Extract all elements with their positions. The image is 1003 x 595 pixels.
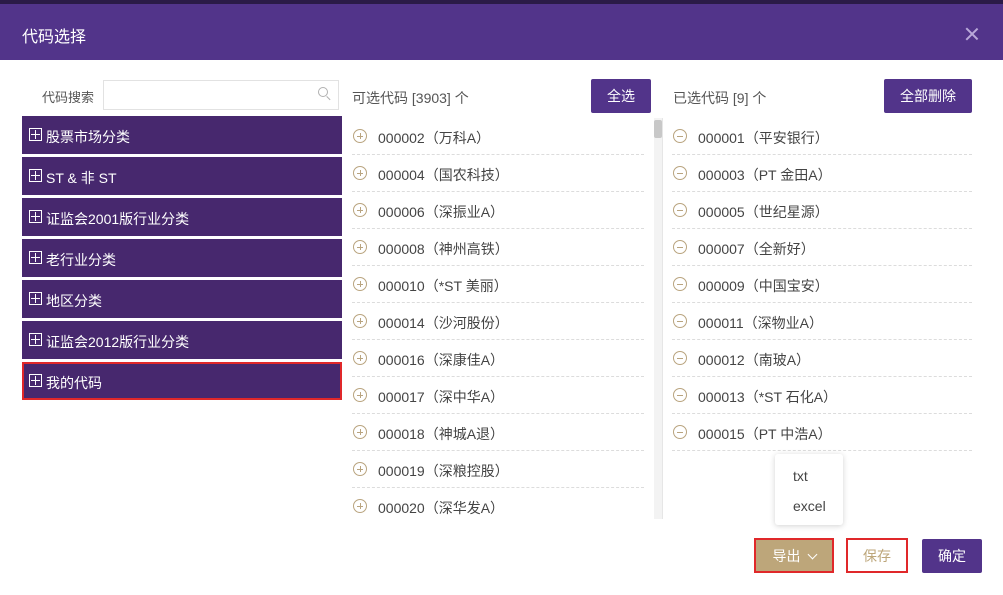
expand-plus-icon[interactable] — [29, 292, 42, 305]
category-label: ST & 非 ST — [46, 170, 117, 186]
list-item[interactable]: 000004（国农科技） — [352, 155, 644, 192]
category-label: 我的代码 — [46, 375, 102, 391]
add-circle-icon[interactable] — [353, 240, 367, 254]
selected-codes-list: 000001（平安银行） 000003（PT 金田A） 000005（世纪星源）… — [672, 118, 972, 458]
expand-plus-icon[interactable] — [29, 169, 42, 182]
search-icon[interactable] — [318, 87, 328, 97]
category-csrc-2001[interactable]: 证监会2001版行业分类 — [22, 198, 342, 236]
list-item[interactable]: 000011（深物业A） — [672, 303, 972, 340]
close-icon[interactable] — [962, 26, 982, 46]
remove-circle-icon[interactable] — [673, 425, 687, 439]
search-label: 代码搜索 — [42, 90, 95, 105]
add-circle-icon[interactable] — [353, 462, 367, 476]
expand-plus-icon[interactable] — [29, 251, 42, 264]
list-item[interactable]: 000020（深华发A） — [352, 488, 644, 519]
list-item[interactable]: 000001（平安银行） — [672, 118, 972, 155]
delete-all-button[interactable]: 全部删除 — [884, 79, 972, 113]
list-item[interactable]: 000018（神城A退） — [352, 414, 644, 451]
category-label: 证监会2001版行业分类 — [46, 211, 190, 227]
add-circle-icon[interactable] — [353, 166, 367, 180]
selected-codes-title: 已选代码 [9] 个 — [673, 90, 767, 106]
list-item[interactable]: 000013（*ST 石化A） — [672, 377, 972, 414]
remove-circle-icon[interactable] — [673, 240, 687, 254]
add-circle-icon[interactable] — [353, 425, 367, 439]
dialog-titlebar: 代码选择 — [0, 0, 1003, 60]
category-st[interactable]: ST & 非 ST — [22, 157, 342, 195]
list-item[interactable]: 000015（PT 中浩A） — [672, 414, 972, 451]
scrollbar-thumb[interactable] — [654, 120, 662, 138]
remove-circle-icon[interactable] — [673, 388, 687, 402]
confirm-button[interactable]: 确定 — [922, 539, 982, 573]
export-dropdown-menu: txt excel — [775, 454, 843, 525]
expand-plus-icon[interactable] — [29, 374, 42, 387]
column-divider — [662, 118, 663, 519]
remove-circle-icon[interactable] — [673, 314, 687, 328]
available-list-scrollbar[interactable] — [654, 118, 662, 519]
add-circle-icon[interactable] — [353, 388, 367, 402]
available-codes-list: 000002（万科A） 000004（国农科技） 000006（深振业A） 00… — [352, 118, 644, 519]
dialog-title: 代码选择 — [22, 29, 87, 46]
category-label: 老行业分类 — [46, 252, 116, 268]
code-select-dialog: 代码选择 代码搜索 股票市场分类 ST & 非 ST 证监会2001版行业分类 … — [0, 0, 1003, 595]
available-codes-title: 可选代码 [3903] 个 — [352, 90, 469, 106]
add-circle-icon[interactable] — [353, 129, 367, 143]
export-button-label: 导出 — [772, 547, 801, 564]
list-item[interactable]: 000005（世纪星源） — [672, 192, 972, 229]
chevron-down-icon — [807, 549, 817, 559]
add-circle-icon[interactable] — [353, 499, 367, 513]
list-item[interactable]: 000010（*ST 美丽） — [352, 266, 644, 303]
expand-plus-icon[interactable] — [29, 210, 42, 223]
list-item[interactable]: 000009（中国宝安） — [672, 266, 972, 303]
remove-circle-icon[interactable] — [673, 277, 687, 291]
add-circle-icon[interactable] — [353, 351, 367, 365]
remove-circle-icon[interactable] — [673, 203, 687, 217]
add-circle-icon[interactable] — [353, 277, 367, 291]
remove-circle-icon[interactable] — [673, 129, 687, 143]
category-label: 证监会2012版行业分类 — [46, 334, 190, 350]
export-button[interactable]: 导出 — [754, 538, 834, 573]
list-item[interactable]: 000007（全新好） — [672, 229, 972, 266]
list-item[interactable]: 000016（深康佳A） — [352, 340, 644, 377]
save-button[interactable]: 保存 — [846, 538, 908, 573]
list-item[interactable]: 000012（南玻A） — [672, 340, 972, 377]
select-all-button[interactable]: 全选 — [591, 79, 651, 113]
category-region[interactable]: 地区分类 — [22, 280, 342, 318]
search-input[interactable] — [103, 80, 339, 110]
list-item[interactable]: 000003（PT 金田A） — [672, 155, 972, 192]
category-stock-market[interactable]: 股票市场分类 — [22, 116, 342, 154]
remove-circle-icon[interactable] — [673, 351, 687, 365]
export-option-excel[interactable]: excel — [793, 498, 826, 514]
list-item[interactable]: 000019（深粮控股） — [352, 451, 644, 488]
expand-plus-icon[interactable] — [29, 333, 42, 346]
remove-circle-icon[interactable] — [673, 166, 687, 180]
category-label: 股票市场分类 — [46, 129, 130, 145]
export-option-txt[interactable]: txt — [793, 468, 808, 484]
category-old-industry[interactable]: 老行业分类 — [22, 239, 342, 277]
add-circle-icon[interactable] — [353, 203, 367, 217]
list-item[interactable]: 000006（深振业A） — [352, 192, 644, 229]
category-csrc-2012[interactable]: 证监会2012版行业分类 — [22, 321, 342, 359]
expand-plus-icon[interactable] — [29, 128, 42, 141]
list-item[interactable]: 000008（神州高铁） — [352, 229, 644, 266]
category-label: 地区分类 — [46, 293, 102, 309]
list-item[interactable]: 000017（深中华A） — [352, 377, 644, 414]
category-my-codes[interactable]: 我的代码 — [22, 362, 342, 400]
list-item[interactable]: 000002（万科A） — [352, 118, 644, 155]
list-item[interactable]: 000014（沙河股份） — [352, 303, 644, 340]
add-circle-icon[interactable] — [353, 314, 367, 328]
